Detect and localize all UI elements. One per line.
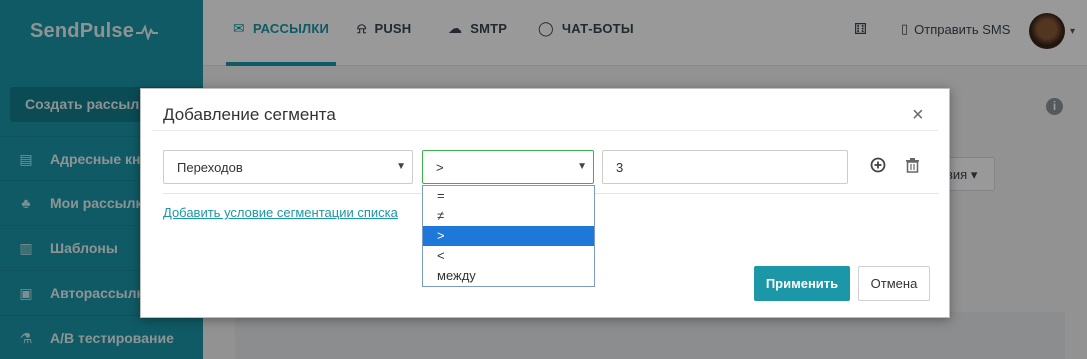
add-segment-condition-link[interactable]: Добавить условие сегментации списка <box>163 205 398 220</box>
condition-value: 3 <box>616 160 624 175</box>
operator-option[interactable]: между <box>423 266 594 286</box>
caret-down-icon: ▼ <box>577 161 587 172</box>
condition-field-select[interactable]: Переходов ▼ <box>163 150 413 184</box>
operator-dropdown-list: = ≠ > < между <box>422 185 595 287</box>
condition-value-input[interactable]: 3 <box>602 150 848 184</box>
operator-option-selected[interactable]: > <box>423 226 594 246</box>
operator-option[interactable]: < <box>423 246 594 266</box>
modal-title: Добавление сегмента <box>163 105 336 124</box>
caret-down-icon: ▼ <box>396 161 406 172</box>
trash-icon[interactable] <box>905 157 920 178</box>
add-segment-modal: Добавление сегмента × Переходов ▼ > ▼ 3 … <box>140 88 950 318</box>
modal-body: Добавление сегмента × Переходов ▼ > ▼ 3 … <box>152 94 939 307</box>
operator-option[interactable]: = <box>423 186 594 206</box>
close-icon[interactable]: × <box>912 104 924 127</box>
operator-value: > <box>436 160 444 175</box>
operator-select[interactable]: > ▼ <box>422 150 594 184</box>
apply-button[interactable]: Применить <box>754 266 850 301</box>
operator-option[interactable]: ≠ <box>423 206 594 226</box>
cancel-button[interactable]: Отмена <box>858 266 930 301</box>
condition-field-value: Переходов <box>177 160 243 175</box>
divider <box>152 130 938 131</box>
add-condition-icon[interactable] <box>870 157 886 178</box>
